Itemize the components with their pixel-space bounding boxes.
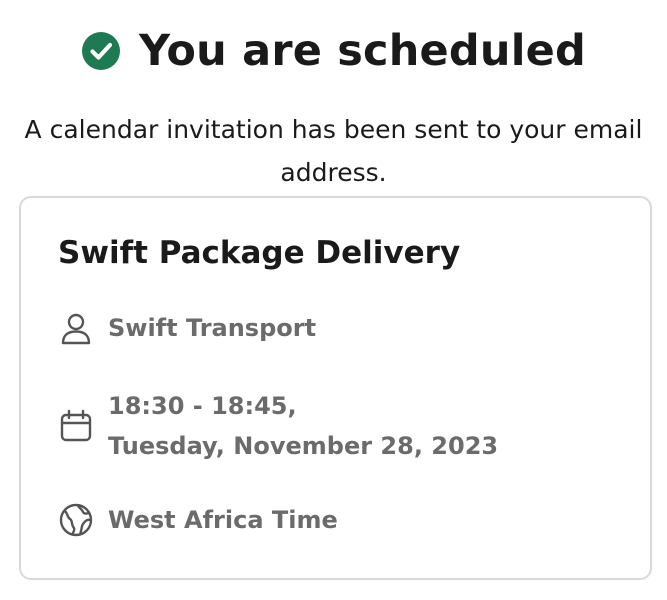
datetime-row: 18:30 - 18:45, Tuesday, November 28, 202…: [58, 386, 498, 466]
confirmation-header: You are scheduled: [0, 22, 667, 80]
globe-icon: [59, 503, 93, 537]
calendar-icon: [60, 409, 92, 442]
event-details-card: Swift Package Delivery Swift Transport 1…: [19, 196, 652, 580]
event-time-range: 18:30 - 18:45,: [108, 392, 297, 420]
organizer-row: Swift Transport: [58, 308, 316, 348]
event-title: Swift Package Delivery: [58, 235, 461, 271]
organizer-name: Swift Transport: [108, 314, 317, 342]
page-title: You are scheduled: [138, 26, 586, 76]
event-date: Tuesday, November 28, 2023: [108, 432, 499, 460]
confirmation-message: A calendar invitation has been sent to y…: [24, 115, 643, 187]
person-icon: [61, 313, 91, 345]
timezone-label: West Africa Time: [108, 506, 338, 534]
check-circle-icon: [81, 32, 120, 70]
timezone-row: West Africa Time: [58, 500, 338, 540]
